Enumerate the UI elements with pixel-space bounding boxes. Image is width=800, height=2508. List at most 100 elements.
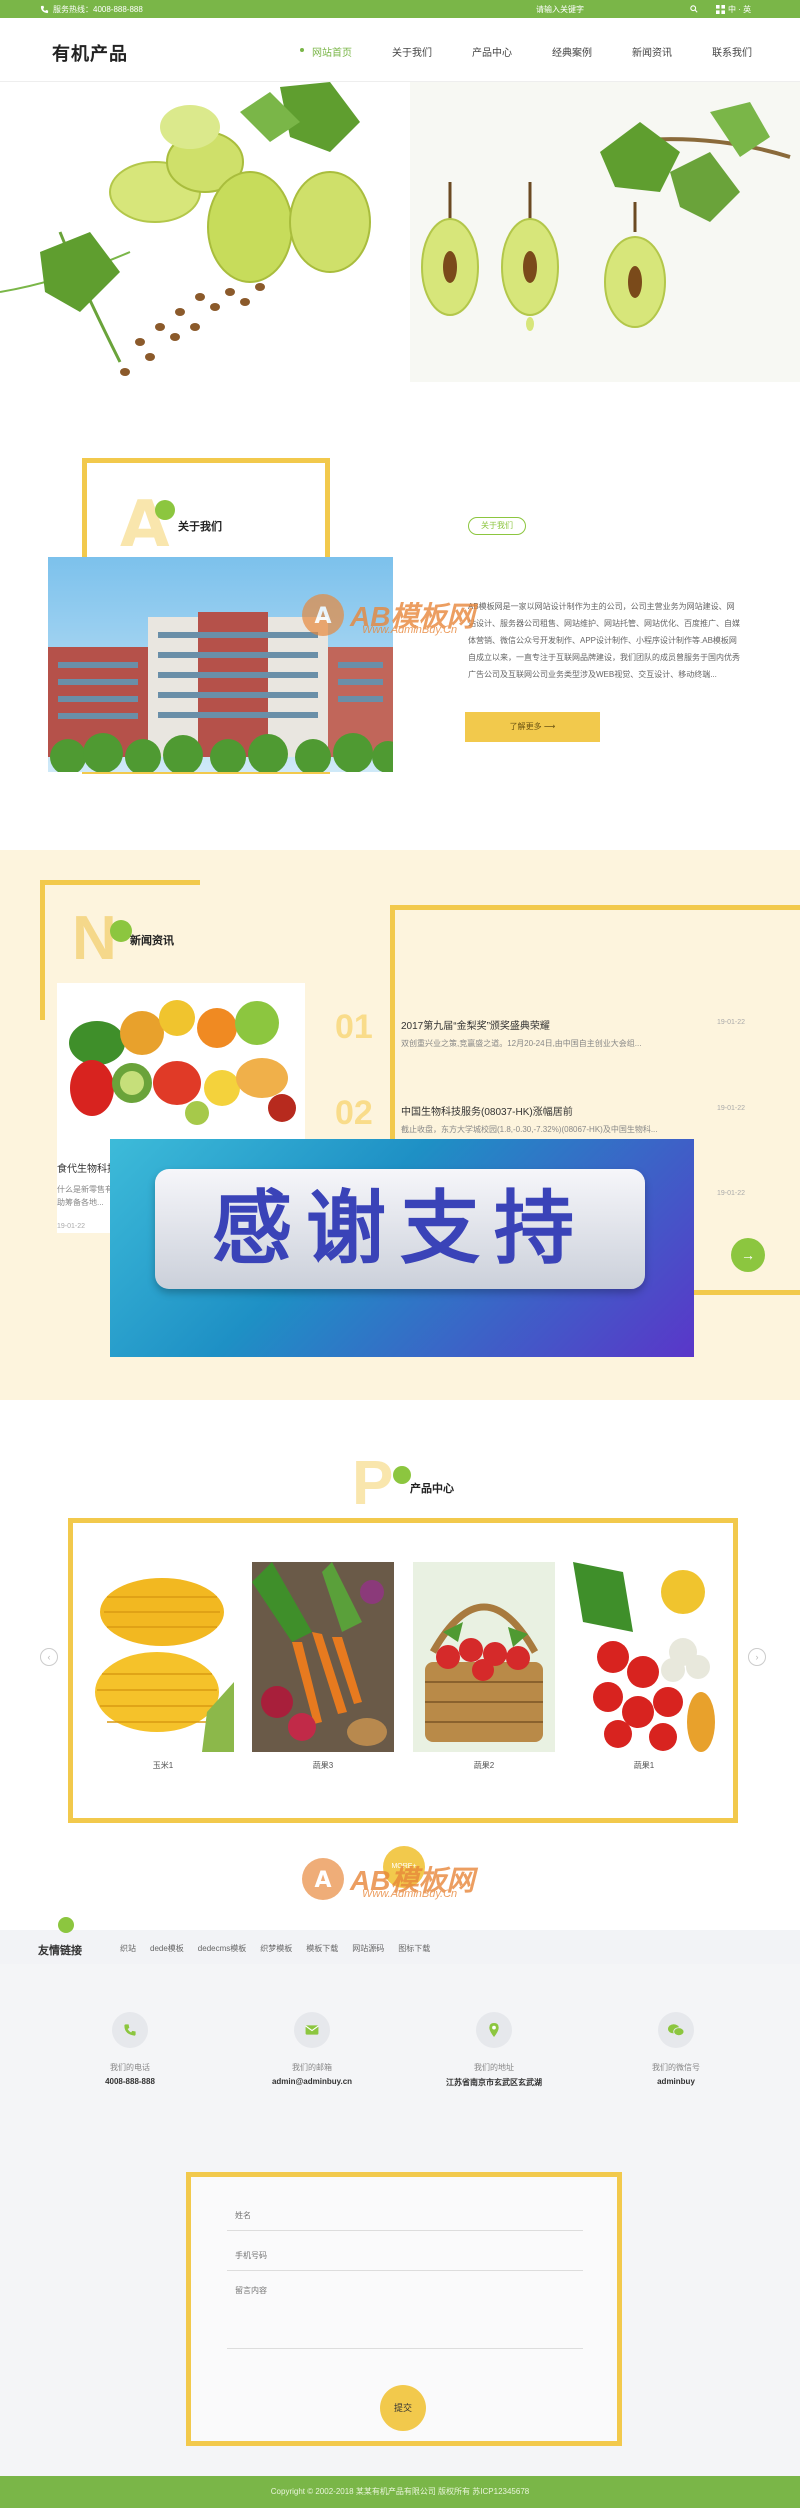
contact-value: 江苏省南京市玄武区玄武湖	[446, 2078, 542, 2087]
product-name[interactable]: 蔬果3	[252, 1760, 394, 1771]
header: 有机产品 网站首页 关于我们 产品中心 经典案例 新闻资讯 联系我们	[0, 18, 800, 82]
thanks-plate: 感谢支持	[155, 1169, 645, 1289]
language-label[interactable]: 中 · 英	[728, 4, 751, 15]
nav-news[interactable]: 新闻资讯	[612, 44, 692, 59]
contact-label: 我们的微信号	[652, 2063, 700, 2072]
contact-email: 我们的邮箱 admin@adminbuy.cn	[242, 2012, 382, 2086]
watermark-url: Www.AdminBuy.Cn	[362, 624, 458, 636]
friend-links-dot	[58, 1917, 74, 1933]
product-vegetables-image[interactable]	[252, 1562, 394, 1752]
search-box[interactable]: 请输入关键字	[532, 2, 702, 16]
friend-link[interactable]: dedecms模板	[198, 1943, 246, 1954]
phone-icon	[112, 2012, 148, 2048]
products-dot	[393, 1466, 411, 1484]
nav-about[interactable]: 关于我们	[372, 44, 452, 59]
watermark: A AB模板网 Www.AdminBuy.Cn	[300, 1856, 474, 1902]
news-card-date: 19-01-22	[57, 1223, 86, 1230]
news-letter: N	[72, 904, 117, 973]
product-card[interactable]: 玉米1	[92, 1562, 234, 1771]
news-title: 新闻资讯	[130, 935, 174, 947]
about-building-image	[48, 557, 393, 772]
wechat-icon	[658, 2012, 694, 2048]
svg-text:A: A	[314, 604, 331, 629]
news-item-title[interactable]: 2017第九届“金梨奖”颁奖盛典荣耀	[401, 1017, 550, 1032]
contact-label: 我们的电话	[110, 2063, 150, 2072]
news-item-date: 19-01-22	[717, 1019, 746, 1026]
thanks-text: 感谢支持	[212, 1182, 588, 1275]
location-icon	[476, 2012, 512, 2048]
svg-text:A: A	[314, 1868, 331, 1893]
language-switch[interactable]: 中 · 英	[716, 2, 751, 16]
product-name[interactable]: 蔬果2	[413, 1760, 555, 1771]
friend-link[interactable]: 图标下载	[398, 1943, 430, 1954]
watermark-logo-icon: A	[302, 1858, 344, 1900]
contact-phone: 我们的电话 4008-888-888	[60, 2012, 200, 2086]
news-item-number: 02	[335, 1094, 373, 1132]
main-nav: 网站首页 关于我们 产品中心 经典案例 新闻资讯 联系我们	[292, 44, 772, 59]
friend-links-title: 友情链接	[38, 1945, 82, 1957]
logo[interactable]: 有机产品	[52, 40, 128, 66]
product-basket-image[interactable]	[413, 1562, 555, 1752]
about-tag: 关于我们	[468, 517, 526, 535]
about-description: AB模板网是一家以网站设计制作为主的公司，公司主营业务为网站建设、网站设计、服务…	[468, 602, 740, 679]
product-name[interactable]: 蔬果1	[573, 1760, 715, 1771]
nav-products[interactable]: 产品中心	[452, 44, 532, 59]
message-field[interactable]	[227, 2281, 583, 2349]
friend-link[interactable]: 模板下载	[306, 1943, 338, 1954]
top-bar: 服务热线：4008-888-888 请输入关键字 中 · 英	[0, 0, 800, 18]
hotline: 服务热线：4008-888-888	[40, 4, 143, 15]
contact-value: 4008-888-888	[105, 2077, 155, 2086]
hero-banner[interactable]	[0, 82, 800, 382]
news-item-title[interactable]: 中国生物科技服务(08037-HK)涨幅居前	[401, 1103, 573, 1118]
product-card[interactable]: 蔬果2	[413, 1562, 555, 1771]
product-name[interactable]: 玉米1	[92, 1760, 234, 1771]
products-letter: P	[352, 1449, 394, 1518]
hotline-text: 服务热线：4008-888-888	[53, 5, 143, 14]
watermark-url: Www.AdminBuy.Cn	[362, 1888, 458, 1900]
product-corn-image[interactable]	[92, 1562, 234, 1752]
products-next-arrow[interactable]: ›	[748, 1648, 766, 1666]
news-vegetables-image[interactable]	[57, 983, 305, 1128]
contact-label: 我们的邮箱	[292, 2063, 332, 2072]
product-card[interactable]: 蔬果3	[252, 1562, 394, 1771]
contact-label: 我们的地址	[474, 2063, 514, 2072]
nav-home[interactable]: 网站首页	[292, 44, 372, 59]
about-title: 关于我们	[178, 521, 222, 533]
friend-links-bar: 友情链接 织站 dede模板 dedecms模板 织梦模板 模板下载 网站源码 …	[0, 1930, 800, 1964]
product-mixed-vegetables-image[interactable]	[573, 1562, 715, 1752]
friend-link[interactable]: 织站	[120, 1943, 136, 1954]
nav-cases[interactable]: 经典案例	[532, 44, 612, 59]
news-item-desc: 双创重兴业之策,竞赢盛之道。12月20-24日,由中国自主创业大会组...	[401, 1039, 642, 1048]
search-icon[interactable]	[690, 5, 698, 13]
contact-value: admin@adminbuy.cn	[271, 2077, 353, 2086]
product-card[interactable]: 蔬果1	[573, 1562, 715, 1771]
friend-link[interactable]: 网站源码	[352, 1943, 384, 1954]
contact-wechat: 我们的微信号 adminbuy	[606, 2012, 746, 2086]
mail-icon	[294, 2012, 330, 2048]
friend-link[interactable]: 织梦模板	[260, 1943, 292, 1954]
hero-grapes-image	[0, 82, 371, 376]
friend-link[interactable]: dede模板	[150, 1943, 184, 1954]
watermark: A AB模板网 Www.AdminBuy.Cn	[300, 592, 474, 638]
footer: Copyright © 2002-2018 某某有机产品有限公司 版权所有 苏I…	[0, 2476, 800, 2508]
search-input[interactable]: 请输入关键字	[536, 4, 584, 15]
submit-button[interactable]: 提交	[380, 2385, 426, 2431]
news-item[interactable]: 01 2017第九届“金梨奖”颁奖盛典荣耀 双创重兴业之策,竞赢盛之道。12月2…	[335, 1008, 755, 1088]
thanks-overlay: 感谢支持	[110, 1139, 694, 1357]
grid-icon	[716, 4, 725, 14]
name-field[interactable]	[227, 2201, 583, 2231]
about-more-button[interactable]: 了解更多 ⟶	[465, 712, 600, 742]
phone-icon	[40, 5, 49, 14]
phone-field[interactable]	[227, 2241, 583, 2271]
news-next-button[interactable]: →	[731, 1238, 765, 1272]
contact-value: adminbuy	[657, 2077, 695, 2086]
news-item-date: 19-01-22	[717, 1105, 746, 1112]
about-dot	[155, 500, 175, 520]
nav-contact[interactable]: 联系我们	[692, 44, 772, 59]
contact-address: 我们的地址 江苏省南京市玄武区玄武湖	[424, 2012, 564, 2088]
friend-links-list: 织站 dede模板 dedecms模板 织梦模板 模板下载 网站源码 图标下载	[120, 1943, 430, 1954]
news-dot	[110, 920, 132, 942]
products-prev-arrow[interactable]: ‹	[40, 1648, 58, 1666]
products-title: 产品中心	[410, 1483, 454, 1495]
hero-right-panel	[410, 82, 800, 382]
